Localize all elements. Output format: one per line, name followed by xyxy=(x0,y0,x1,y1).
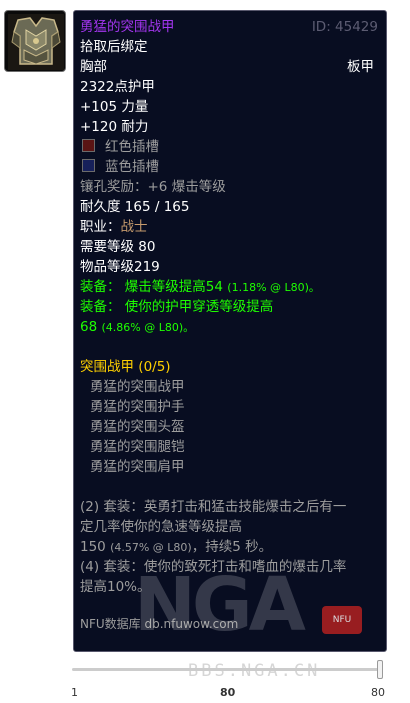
socket-blue-row: 蓝色插槽 xyxy=(80,157,380,177)
slider-current-label: 80 xyxy=(220,686,236,699)
armor-type-text: 板甲 xyxy=(347,59,374,75)
set-title[interactable]: 突围战甲 xyxy=(80,359,134,375)
set-piece[interactable]: 勇猛的突围腿铠 xyxy=(80,437,380,457)
equip-armpen-rating: (4.86% @ L80)。 xyxy=(101,321,195,334)
set-piece[interactable]: 勇猛的突围护手 xyxy=(80,397,380,417)
set-bonus-2-tail: ，持续5 秒。 xyxy=(191,539,273,555)
plate-chest-armor-icon xyxy=(4,10,66,72)
set-header: 突围战甲 (0/5) xyxy=(80,357,380,377)
set-bonus-2-value: 150 xyxy=(80,539,106,555)
slider-min-label: 1 xyxy=(71,686,78,699)
slider-thumb[interactable] xyxy=(377,660,383,679)
stat-strength: +105 力量 xyxy=(80,99,149,115)
set-bonus-2-line3: 150 (4.57% @ L80)，持续5 秒。 xyxy=(80,537,380,557)
set-count: (0/5) xyxy=(138,359,171,375)
item-name[interactable]: 勇猛的突围战甲 xyxy=(80,19,175,35)
equip-crit-prefix: 装备： xyxy=(80,279,121,295)
equip-crit-rating: (1.18% @ L80)。 xyxy=(227,281,320,294)
equip-crit-text: 爆击等级提高54 xyxy=(124,279,223,295)
equip-armpen-value: 68 xyxy=(80,319,98,335)
equip-armor-pen: 装备： 使你的护甲穿透等级提高 xyxy=(80,297,380,317)
slot-text: 胸部 xyxy=(80,59,107,75)
nga-watermark-logo: NGA xyxy=(100,560,315,642)
set-bonus-2-rating: (4.57% @ L80) xyxy=(110,541,192,554)
equip-crit: 装备： 爆击等级提高54 (1.18% @ L80)。 xyxy=(80,277,380,297)
set-bonus-2-line1: (2) 套装：英勇打击和猛击技能爆击之后有一 xyxy=(80,499,347,515)
equip-armor-pen-line2: 68 (4.86% @ L80)。 xyxy=(80,317,380,337)
equip-armpen-prefix: 装备： xyxy=(80,299,121,315)
durability: 耐久度 165 / 165 xyxy=(80,199,190,215)
blue-socket-icon xyxy=(82,159,95,172)
set-piece[interactable]: 勇猛的突围肩甲 xyxy=(80,457,380,477)
item-id: ID: 45429 xyxy=(311,19,378,35)
socket-blue-label: 蓝色插槽 xyxy=(105,159,159,175)
binding-text: 拾取后绑定 xyxy=(80,39,148,55)
equip-armpen-text: 使你的护甲穿透等级提高 xyxy=(124,299,274,315)
slider-max-label: 80 xyxy=(371,686,385,699)
red-socket-icon xyxy=(82,139,95,152)
watermark-text: NGA xyxy=(134,562,306,642)
stat-stamina: +120 耐力 xyxy=(80,119,149,135)
item-tooltip: 勇猛的突围战甲 ID: 45429 拾取后绑定 胸部 板甲 2322点护甲 +1… xyxy=(73,10,387,652)
set-piece[interactable]: 勇猛的突围战甲 xyxy=(80,377,380,397)
nfu-badge: NFU xyxy=(322,606,362,634)
set-bonus-2-line2: 定几率使你的急速等级提高 xyxy=(80,519,242,535)
set-piece[interactable]: 勇猛的突围头盔 xyxy=(80,417,380,437)
socket-red-label: 红色插槽 xyxy=(105,139,159,155)
level-slider[interactable] xyxy=(72,660,383,680)
slider-track[interactable] xyxy=(72,668,382,671)
item-level: 物品等级219 xyxy=(80,259,160,275)
class-value[interactable]: 战士 xyxy=(121,219,148,235)
armor-value: 2322点护甲 xyxy=(80,79,155,95)
socket-red-row: 红色插槽 xyxy=(80,137,380,157)
socket-bonus: 镶孔奖励：+6 爆击等级 xyxy=(80,179,226,195)
required-level: 需要等级 80 xyxy=(80,239,156,255)
class-label: 职业： xyxy=(80,219,121,235)
